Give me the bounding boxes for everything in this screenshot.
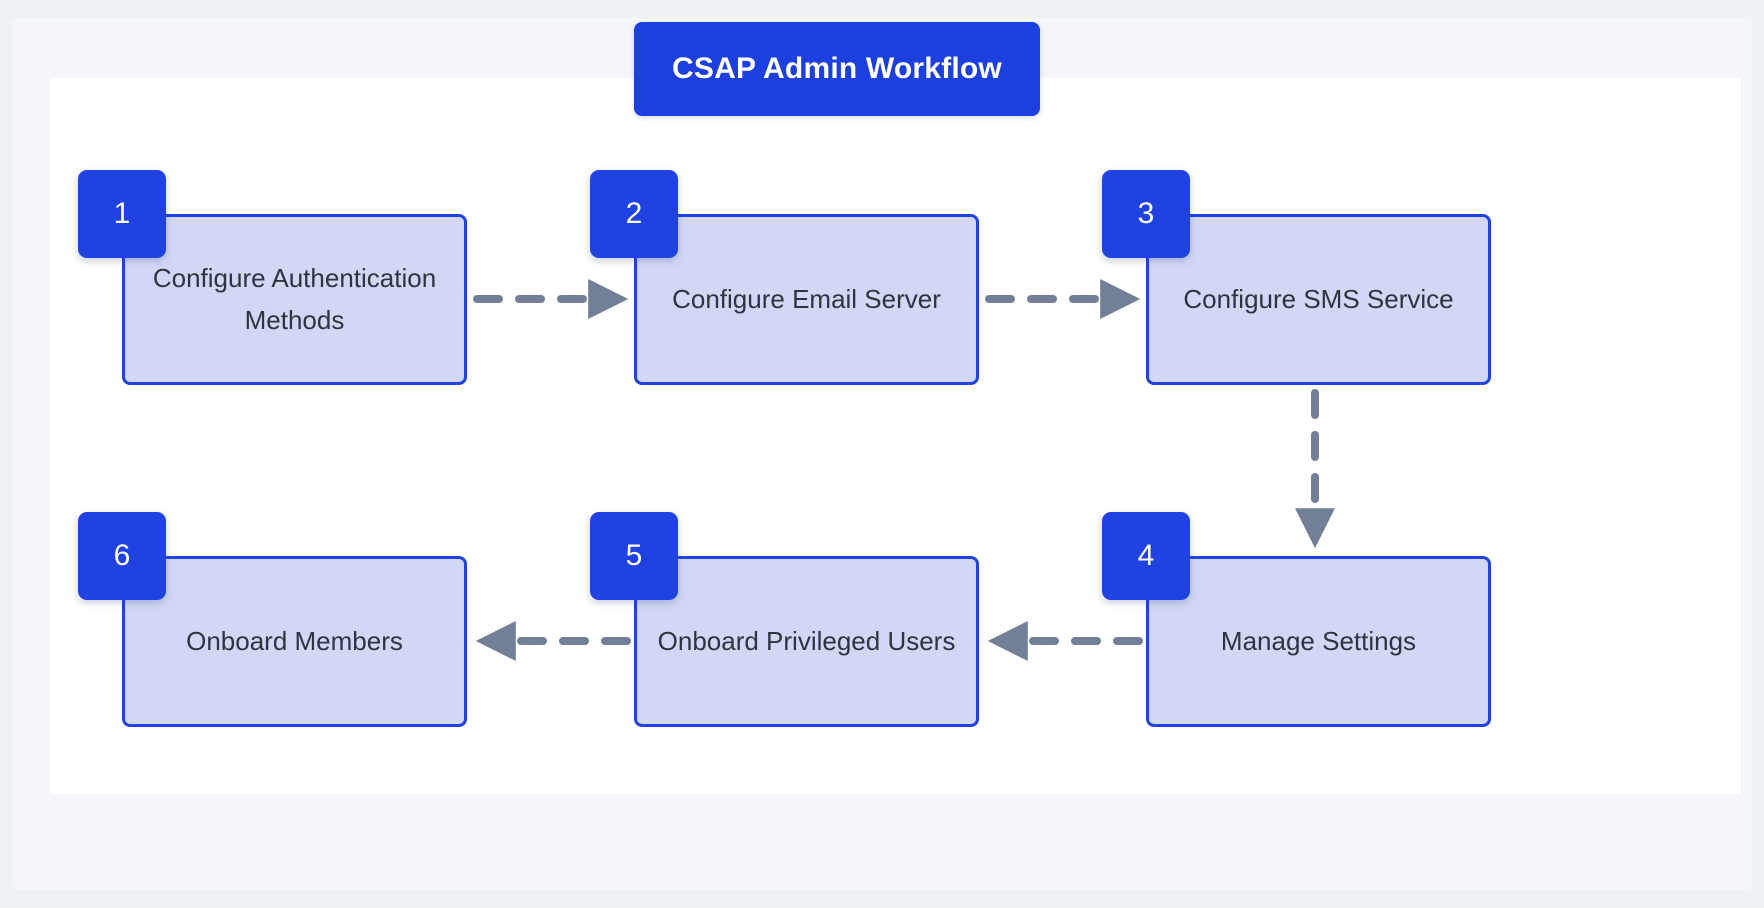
workflow-node-5[interactable]: Onboard Privileged Users 5 [590, 512, 979, 727]
node-label: Onboard Privileged Users [657, 625, 956, 656]
node-step-number: 5 [625, 539, 643, 572]
workflow-node-2[interactable]: Configure Email Server 2 [590, 170, 979, 385]
node-box[interactable]: Configure SMS Service [1146, 214, 1491, 385]
node-step-badge: 2 [590, 170, 678, 258]
connector-1-to-2 [467, 279, 637, 319]
node-box[interactable]: Configure Email Server [634, 214, 979, 385]
node-step-number: 1 [113, 197, 131, 230]
node-label: Configure Authentication Methods [152, 262, 437, 335]
node-step-badge: 5 [590, 512, 678, 600]
diagram-title-banner: CSAP Admin Workflow [634, 22, 1040, 116]
connector-4-to-5 [979, 621, 1149, 661]
node-step-number: 3 [1137, 197, 1155, 230]
node-label: Configure Email Server [672, 283, 941, 314]
node-step-number: 6 [113, 539, 131, 572]
workflow-node-3[interactable]: Configure SMS Service 3 [1102, 170, 1491, 385]
diagram-frame [12, 18, 1752, 890]
connector-5-to-6 [467, 621, 637, 661]
connector-3-to-4 [1285, 385, 1345, 559]
workflow-node-6[interactable]: Onboard Members 6 [78, 512, 467, 727]
node-label: Configure SMS Service [1183, 283, 1454, 314]
node-box[interactable]: Onboard Members [122, 556, 467, 727]
node-box[interactable]: Onboard Privileged Users [634, 556, 979, 727]
connector-2-to-3 [979, 279, 1149, 319]
node-step-badge: 4 [1102, 512, 1190, 600]
node-step-number: 4 [1137, 539, 1155, 572]
node-step-badge: 1 [78, 170, 166, 258]
node-step-badge: 6 [78, 512, 166, 600]
node-step-number: 2 [625, 197, 643, 230]
node-step-badge: 3 [1102, 170, 1190, 258]
node-label: Onboard Members [186, 625, 403, 656]
page-title: CSAP Admin Workflow [672, 52, 1002, 85]
workflow-node-1[interactable]: Configure Authentication Methods 1 [78, 170, 467, 385]
node-box[interactable]: Manage Settings [1146, 556, 1491, 727]
node-box[interactable]: Configure Authentication Methods [122, 214, 467, 385]
workflow-node-4[interactable]: Manage Settings 4 [1102, 512, 1491, 727]
node-label: Manage Settings [1220, 625, 1417, 656]
